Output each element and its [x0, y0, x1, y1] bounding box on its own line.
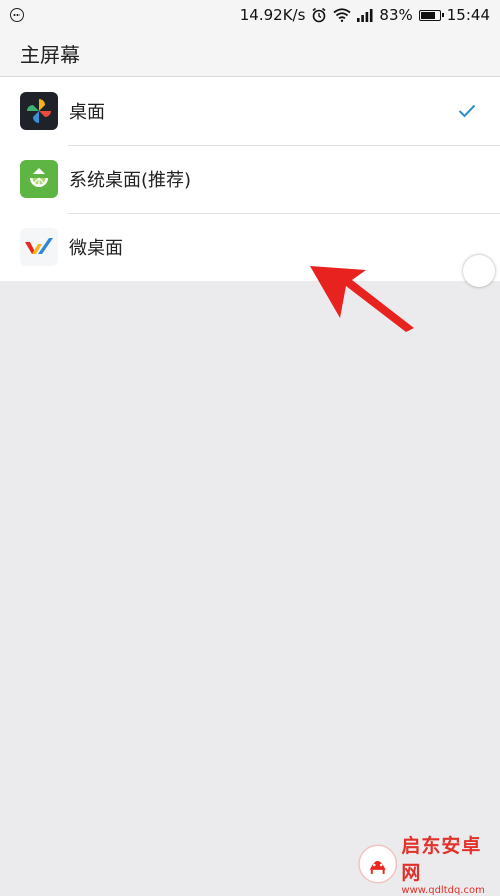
micro-desktop-icon: [20, 228, 58, 266]
page-header: 主屏幕: [0, 30, 500, 77]
check-icon: [458, 104, 476, 118]
page-title: 主屏幕: [20, 42, 80, 67]
watermark-logo-icon: [358, 844, 398, 883]
floating-assist-button[interactable]: [463, 255, 495, 287]
wifi-icon: [333, 8, 351, 22]
desktop-app-icon: [20, 92, 58, 130]
launcher-label: 微桌面: [69, 238, 123, 259]
clock: 15:44: [446, 6, 490, 24]
launcher-label: 系统桌面(推荐): [69, 170, 192, 191]
message-icon: [10, 8, 24, 22]
launcher-item-system-desktop[interactable]: 系统桌面(推荐): [0, 145, 500, 213]
launcher-item-desktop[interactable]: 桌面: [0, 77, 500, 145]
watermark-url: www.qdltdq.com: [401, 885, 485, 896]
battery-percent: 83%: [379, 6, 413, 24]
red-arrow-annotation: [310, 266, 414, 332]
system-desktop-icon: [20, 160, 58, 198]
launcher-label: 桌面: [69, 102, 105, 123]
watermark-title: 启东安卓网: [401, 835, 482, 884]
status-bar: 14.92K/s 83% 15:44: [0, 0, 500, 30]
battery-icon: [418, 9, 444, 21]
launcher-item-micro-desktop[interactable]: 微桌面: [0, 213, 500, 281]
signal-icon: [357, 8, 373, 22]
watermark: 启东安卓网 www.qdltdq.com: [358, 835, 500, 896]
launcher-list: 桌面 系统桌面(推荐) 微桌面: [0, 77, 500, 281]
alarm-icon: [312, 7, 326, 23]
network-speed: 14.92K/s: [239, 6, 306, 24]
